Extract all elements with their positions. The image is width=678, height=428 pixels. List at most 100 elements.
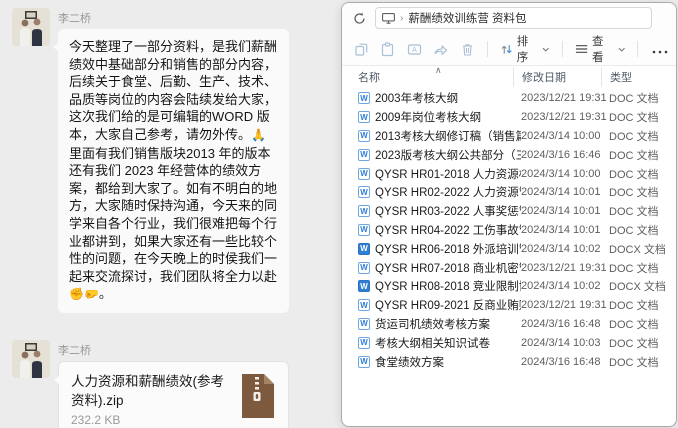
- sort-button[interactable]: 排序: [494, 36, 556, 64]
- paste-button[interactable]: [375, 37, 402, 61]
- avatar-photo-two-people: [12, 340, 50, 378]
- file-row[interactable]: QYSR HR02-2022 人力资源管理规范 2024/3/14 10:01 …: [342, 183, 676, 202]
- view-button-label: 查看: [591, 36, 604, 64]
- file-row[interactable]: 考核大纲相关知识试卷 2024/3/14 10:03 DOC 文档: [342, 333, 676, 352]
- view-button[interactable]: 查看: [569, 36, 631, 64]
- address-bar: › 薪酬绩效训练营 资料包: [342, 3, 676, 33]
- toolbar-separator: [561, 41, 563, 57]
- file-date-modified: 2023/12/21 19:31: [521, 261, 607, 274]
- file-name: QYSR HR01-2018 人力资源标准: [375, 168, 521, 181]
- chevron-down-icon: [618, 47, 625, 52]
- share-button[interactable]: [428, 37, 455, 61]
- file-row[interactable]: QYSR HR03-2022 人事奖惩管理细则-ok 2024/3/14 10:…: [342, 202, 676, 221]
- file-type: DOC 文档: [609, 187, 659, 200]
- column-header-type[interactable]: 类型: [601, 67, 676, 87]
- copy-icon: [355, 43, 368, 56]
- file-date-modified: 2024/3/14 10:02: [521, 242, 601, 255]
- zip-file-icon: [242, 374, 274, 418]
- file-date-modified: 2024/3/16 16:48: [521, 355, 601, 368]
- attachment-file-name: 人力资源和薪酬绩效(参考资料).zip: [71, 374, 224, 408]
- file-row[interactable]: 2023版考核大纲公共部分（三项基础考... 2024/3/16 16:46 D…: [342, 145, 676, 164]
- file-date-modified: 2024/3/14 10:01: [521, 223, 601, 236]
- file-date-modified: 2024/3/16 16:48: [521, 317, 601, 330]
- breadcrumb-path: 薪酬绩效训练营 资料包: [408, 13, 527, 25]
- file-type: DOC 文档: [609, 112, 659, 125]
- file-name: QYSR HR03-2022 人事奖惩管理细则-ok: [375, 206, 521, 219]
- file-date-modified: 2024/3/14 10:02: [521, 280, 601, 293]
- sort-button-label: 排序: [516, 36, 529, 64]
- address-breadcrumb[interactable]: › 薪酬绩效训练营 资料包: [375, 7, 652, 29]
- file-row[interactable]: 食堂绩效方案 2024/3/16 16:48 DOC 文档: [342, 352, 676, 371]
- file-date-modified: 2023/12/21 19:31: [521, 92, 607, 105]
- file-type: DOC 文档: [609, 149, 659, 162]
- file-date-modified: 2024/3/14 10:01: [521, 186, 601, 199]
- avatar[interactable]: [12, 340, 50, 378]
- raised-fist-emoji: ✊: [69, 287, 84, 302]
- chat-panel: 李二桥 今天整理了一部分资料，是我们薪酬绩效中基础部分和销售的部分内容，后续关于…: [0, 0, 340, 428]
- file-type: DOC 文档: [609, 318, 659, 331]
- file-row[interactable]: 2003年考核大纲 2023/12/21 19:31 DOC 文档: [342, 89, 676, 108]
- file-row[interactable]: QYSR HR09-2021 反商业贿赂管理细则 2023/12/21 19:3…: [342, 296, 676, 315]
- toolbar-separator: [637, 41, 638, 57]
- delete-icon: [462, 43, 472, 56]
- command-toolbar: A 排序 查看: [342, 33, 676, 66]
- file-type: DOC 文档: [609, 300, 659, 313]
- file-date-modified: 2024/3/14 10:01: [521, 205, 601, 218]
- share-icon: [434, 44, 448, 55]
- sender-name: 李二桥: [58, 345, 91, 357]
- file-type: DOCX 文档: [609, 281, 666, 294]
- avatar[interactable]: [12, 8, 50, 46]
- avatar-photo-two-people: [12, 8, 50, 46]
- doc-word-icon: [358, 223, 370, 236]
- rename-icon: A: [407, 43, 421, 55]
- file-type: DOC 文档: [609, 168, 659, 181]
- file-type: DOC 文档: [609, 337, 659, 350]
- file-date-modified: 2024/3/14 10:00: [521, 129, 601, 142]
- delete-button[interactable]: [454, 37, 481, 61]
- refresh-button[interactable]: [353, 12, 366, 25]
- file-row[interactable]: QYSR HR06-2018 外派培训管理细则 -ok 2024/3/14 10…: [342, 239, 676, 258]
- doc-word-icon: [358, 186, 370, 199]
- file-row[interactable]: QYSR HR01-2018 人力资源标准 2024/3/14 10:00 DO…: [342, 164, 676, 183]
- column-header-date[interactable]: 修改日期: [513, 67, 609, 87]
- rename-button[interactable]: A: [401, 37, 428, 61]
- file-name: 2009年岗位考核大纲: [375, 112, 482, 125]
- docx-word-icon: [358, 280, 370, 293]
- paste-icon: [382, 41, 394, 56]
- doc-word-icon: [358, 205, 370, 218]
- file-name: 食堂绩效方案: [375, 356, 444, 369]
- file-type: DOC 文档: [609, 356, 659, 369]
- refresh-icon: [354, 12, 365, 24]
- file-name: 考核大纲相关知识试卷: [375, 337, 490, 350]
- file-date-modified: 2023/12/21 19:31: [521, 299, 607, 312]
- doc-word-icon: [358, 317, 370, 330]
- fist-emoji: 🤛: [83, 287, 99, 302]
- doc-word-icon: [358, 167, 370, 180]
- sort-ascending-icon: ∧: [435, 65, 442, 75]
- file-row[interactable]: 2009年岗位考核大纲 2023/12/21 19:31 DOC 文档: [342, 108, 676, 127]
- file-list: 2003年考核大纲 2023/12/21 19:31 DOC 文档 2009年岗…: [342, 89, 676, 371]
- file-row[interactable]: QYSR HR07-2018 商业机密管理规范 2023/12/21 19:31…: [342, 258, 676, 277]
- doc-word-icon: [358, 261, 370, 274]
- file-type: DOC 文档: [609, 130, 659, 143]
- file-date-modified: 2024/3/14 10:00: [521, 167, 601, 180]
- file-row[interactable]: 货运司机绩效考核方案 2024/3/16 16:48 DOC 文档: [342, 315, 676, 334]
- message-text: 。: [98, 286, 112, 302]
- ellipsis-icon: [652, 50, 668, 53]
- file-attachment-card[interactable]: 人力资源和薪酬绩效(参考资料).zip 232.2 KB: [54, 361, 289, 428]
- file-row[interactable]: QYSR HR04-2022 工伤事故管理细则- ok 2024/3/14 10…: [342, 221, 676, 240]
- file-row[interactable]: QYSR HR08-2018 竞业限制协议 2024/3/14 10:02 DO…: [342, 277, 676, 296]
- file-name: 货运司机绩效考核方案: [375, 318, 490, 331]
- chevron-down-icon: [542, 47, 550, 52]
- doc-word-icon: [358, 336, 370, 349]
- message-text: 今天整理了一部分资料，是我们薪酬绩效中基础部分和销售的部分内容，后续关于食堂、后…: [69, 39, 278, 142]
- file-row[interactable]: 2013考核大纲修订稿（销售篇） 2024/3/14 10:00 DOC 文档: [342, 127, 676, 146]
- sender-name: 李二桥: [58, 13, 91, 25]
- more-options-button[interactable]: [644, 42, 676, 57]
- copy-button[interactable]: [348, 37, 375, 61]
- sort-arrows-icon: [501, 44, 512, 54]
- file-type: DOC 文档: [609, 224, 659, 237]
- toolbar-separator: [486, 41, 488, 57]
- file-name: QYSR HR07-2018 商业机密管理规范: [375, 262, 521, 275]
- folded-hands-emoji: 🙏: [251, 127, 266, 142]
